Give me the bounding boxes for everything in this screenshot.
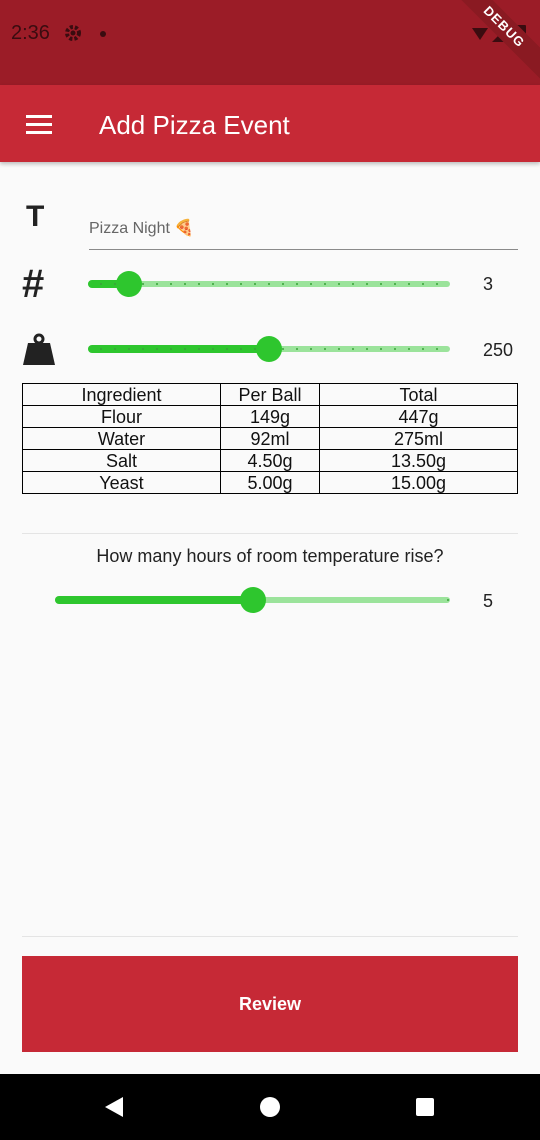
recent-apps-icon[interactable] <box>416 1098 434 1116</box>
slider-tick <box>338 348 340 350</box>
table-header-cell: Ingredient <box>22 383 221 406</box>
slider-tick <box>422 348 424 350</box>
app-bar: Add Pizza Event <box>0 85 540 162</box>
ingredient-table: Ingredient Per Ball Total Flour 149g 447… <box>22 383 518 494</box>
status-time: 2:36 <box>11 22 50 44</box>
table-cell: Salt <box>22 449 221 472</box>
slider-tick <box>156 283 158 285</box>
slider-tick <box>408 283 410 285</box>
slider-tick <box>212 283 214 285</box>
slider-tick <box>282 348 284 350</box>
slider-ticks <box>88 282 450 286</box>
slider-tick <box>198 348 200 350</box>
slider-tick <box>310 348 312 350</box>
table-cell: 15.00g <box>319 471 518 494</box>
slider-tick <box>394 348 396 350</box>
slider-tick <box>212 348 214 350</box>
slider-tick <box>436 283 438 285</box>
slider-tick <box>296 283 298 285</box>
slider-tick <box>352 283 354 285</box>
table-header-row: Ingredient Per Ball Total <box>22 383 518 406</box>
table-cell: Yeast <box>22 471 221 494</box>
slider-tick <box>338 283 340 285</box>
slider-tick <box>240 348 242 350</box>
slider-tick <box>226 283 228 285</box>
page-title: Add Pizza Event <box>99 110 290 140</box>
ball-count-value: 3 <box>483 274 494 294</box>
ball-weight-value: 250 <box>483 340 514 360</box>
slider-tick <box>142 348 144 350</box>
title-icon: T <box>26 200 45 233</box>
slider-tick <box>128 348 130 350</box>
divider <box>22 533 518 534</box>
slider-tick <box>254 283 256 285</box>
weight-icon <box>22 333 56 372</box>
table-cell: 275ml <box>319 427 518 450</box>
table-cell: 4.50g <box>220 449 320 472</box>
event-title-input[interactable] <box>89 200 518 250</box>
ball-weight-slider[interactable] <box>88 335 450 365</box>
hash-icon: # <box>22 262 45 306</box>
settings-icon <box>63 23 83 48</box>
slider-tick <box>170 283 172 285</box>
slider-tick <box>436 348 438 350</box>
menu-icon[interactable] <box>26 115 52 135</box>
table-cell: Water <box>22 427 221 450</box>
table-cell: 5.00g <box>220 471 320 494</box>
slider-tick <box>408 348 410 350</box>
home-icon[interactable] <box>260 1097 280 1117</box>
table-row: Yeast 5.00g 15.00g <box>22 471 518 494</box>
notification-dot-icon <box>100 31 106 37</box>
table-row: Water 92ml 275ml <box>22 427 518 450</box>
back-icon[interactable] <box>104 1096 124 1123</box>
navigation-bar <box>0 1074 540 1140</box>
slider-tick <box>394 283 396 285</box>
slider-tick <box>114 348 116 350</box>
slider-tick <box>184 348 186 350</box>
divider <box>22 936 518 937</box>
table-header-cell: Total <box>319 383 518 406</box>
table-cell: 13.50g <box>319 449 518 472</box>
slider-tick <box>198 283 200 285</box>
table-row: Salt 4.50g 13.50g <box>22 449 518 472</box>
slider-tick <box>422 283 424 285</box>
table-cell: Flour <box>22 405 221 428</box>
slider-tick <box>282 283 284 285</box>
table-row: Flour 149g 447g <box>22 405 518 428</box>
slider-tick <box>268 283 270 285</box>
review-button[interactable]: Review <box>22 956 518 1052</box>
table-header-cell: Per Ball <box>220 383 320 406</box>
ball-count-slider[interactable] <box>88 270 450 300</box>
slider-tick <box>184 283 186 285</box>
rise-question-label: How many hours of room temperature rise? <box>96 546 444 566</box>
table-cell: 92ml <box>220 427 320 450</box>
slider-thumb[interactable] <box>116 271 142 297</box>
slider-tick <box>156 348 158 350</box>
table-cell: 149g <box>220 405 320 428</box>
rise-hours-slider[interactable] <box>55 586 450 616</box>
slider-thumb[interactable] <box>256 336 282 362</box>
slider-tick <box>366 348 368 350</box>
slider-tick <box>380 348 382 350</box>
rise-hours-value: 5 <box>483 591 494 611</box>
status-bar: 2:36 DEBUG <box>0 0 540 85</box>
slider-tick <box>170 348 172 350</box>
slider-thumb[interactable] <box>239 587 266 613</box>
slider-tick <box>310 283 312 285</box>
slider-tick <box>324 348 326 350</box>
slider-tick <box>352 348 354 350</box>
slider-tick <box>226 348 228 350</box>
slider-tick <box>447 599 449 601</box>
slider-tick <box>240 283 242 285</box>
slider-tick <box>100 283 102 285</box>
slider-tick <box>100 348 102 350</box>
slider-tick <box>142 283 144 285</box>
slider-tick <box>366 283 368 285</box>
slider-tick <box>324 283 326 285</box>
table-cell: 447g <box>319 405 518 428</box>
slider-tick <box>296 348 298 350</box>
slider-tick <box>380 283 382 285</box>
